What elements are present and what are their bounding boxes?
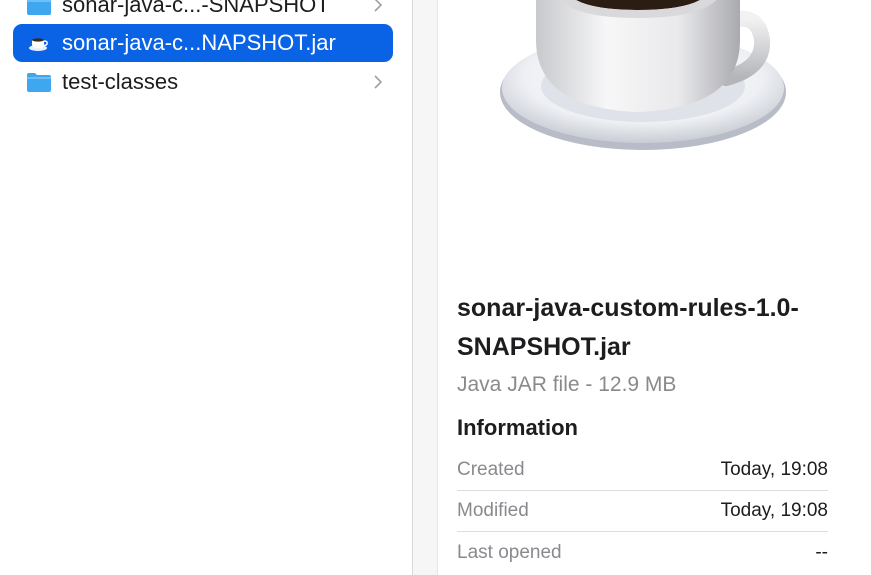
chevron-right-icon [373,74,383,90]
info-key: Created [457,459,525,480]
column-list: sonar-java-c...-SNAPSHOT sonar-java-c...… [0,0,412,575]
info-row-created: Created Today, 19:08 [457,450,828,491]
info-row-modified: Modified Today, 19:08 [457,491,828,532]
info-key: Modified [457,500,529,521]
preview-pane: sonar-java-custom-rules-1.0-SNAPSHOT.jar… [438,0,871,575]
list-item-label: sonar-java-c...-SNAPSHOT [62,0,330,17]
info-value: Today, 19:08 [720,459,828,480]
chevron-right-icon [373,0,383,13]
column-resize-gutter[interactable] [413,0,438,575]
java-cup-icon [26,32,52,54]
info-key: Last opened [457,542,562,563]
folder-icon [26,71,52,93]
list-item-snapshot-folder[interactable]: sonar-java-c...-SNAPSHOT [13,0,393,24]
list-item-label: test-classes [62,69,179,94]
list-item-test-classes-folder[interactable]: test-classes [13,63,393,101]
java-coffee-cup-icon [496,0,790,155]
info-row-last-opened: Last opened -- [457,533,828,574]
list-item-jar-file[interactable]: sonar-java-c...NAPSHOT.jar [13,24,393,62]
file-name-title: sonar-java-custom-rules-1.0-SNAPSHOT.jar [457,294,799,361]
file-kind-size: Java JAR file - 12.9 MB [457,373,677,396]
list-item-label: sonar-java-c...NAPSHOT.jar [62,30,336,55]
folder-icon [26,0,52,16]
info-value: -- [815,542,828,563]
information-heading: Information [457,415,578,440]
info-value: Today, 19:08 [720,500,828,521]
row-divider [457,531,828,532]
